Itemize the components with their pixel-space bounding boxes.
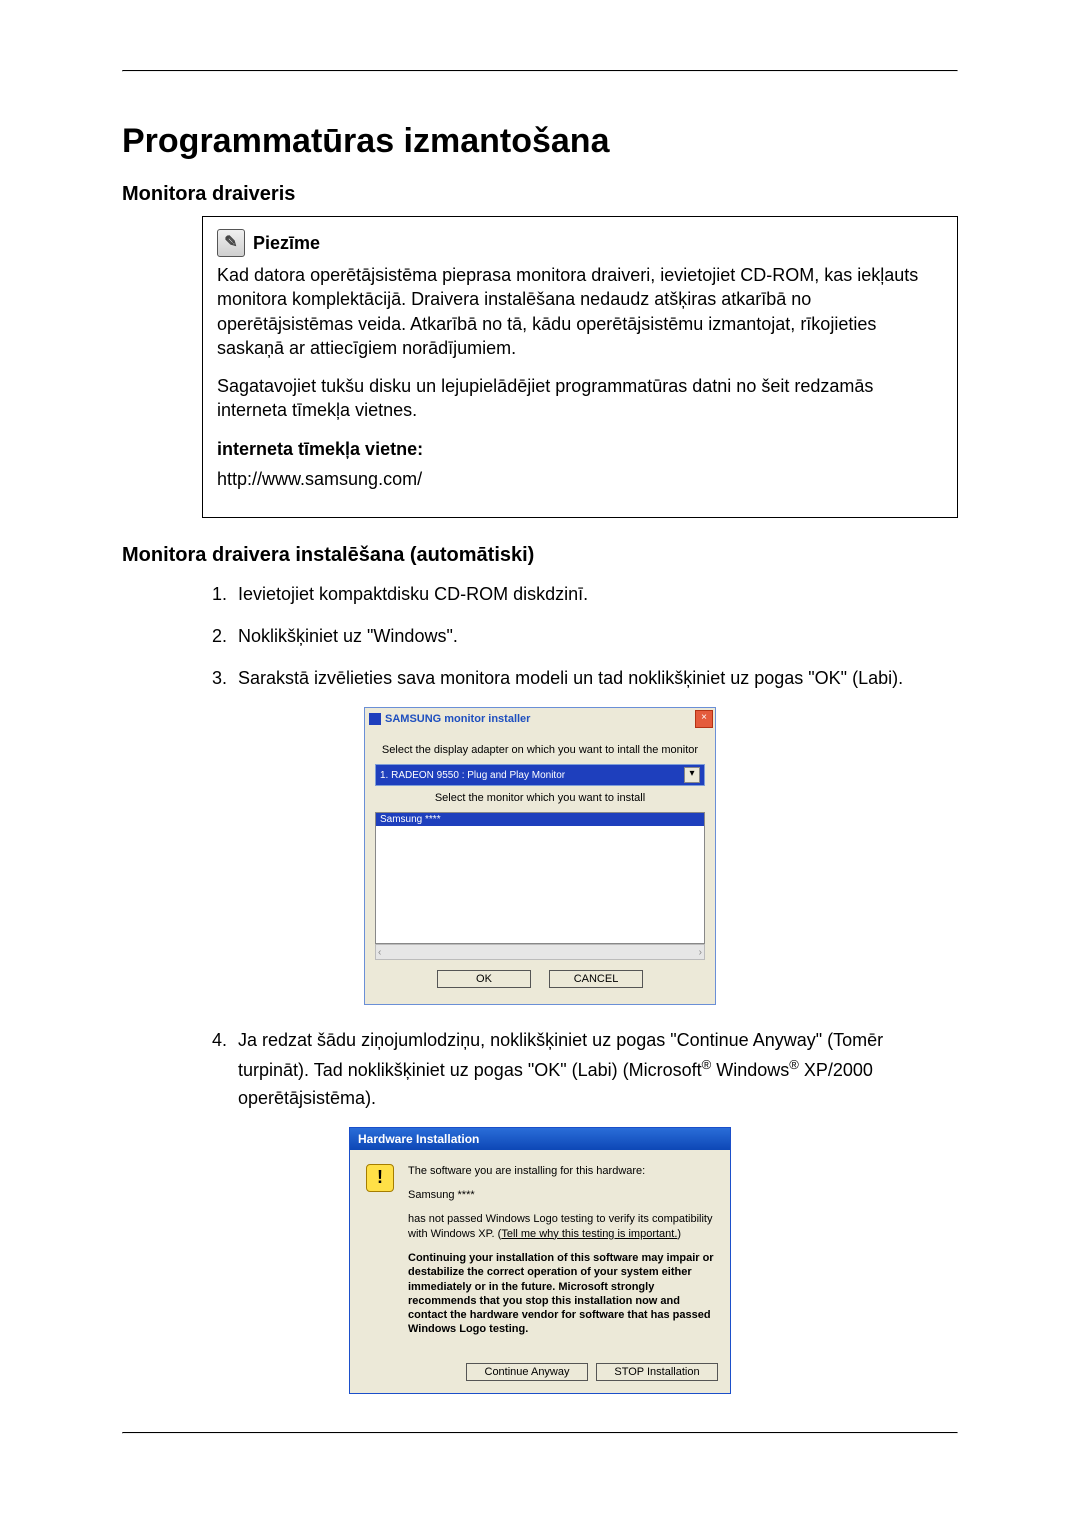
cancel-button[interactable]: CANCEL — [549, 970, 643, 988]
installer-instruction-1: Select the display adapter on which you … — [375, 744, 705, 756]
note-paragraph-1: Kad datora operētājsistēma pieprasa moni… — [217, 263, 943, 360]
step-4-text-b: Windows — [711, 1060, 789, 1080]
note-link-label: interneta tīmekļa vietne: — [217, 437, 943, 461]
step-3: Sarakstā izvēlieties sava monitora model… — [232, 665, 958, 693]
warning-icon: ! — [366, 1164, 394, 1192]
installer-logo-icon — [369, 713, 381, 725]
step-2: Noklikšķiniet uz "Windows". — [232, 623, 958, 651]
horizontal-scrollbar[interactable]: ‹ › — [375, 944, 705, 960]
step-4: Ja redzat šādu ziņojumlodziņu, noklikšķi… — [232, 1027, 958, 1113]
registered-mark-2: ® — [789, 1057, 799, 1072]
hardware-installation-dialog: Hardware Installation ! The software you… — [349, 1127, 731, 1394]
monitor-list-selected[interactable]: Samsung **** — [376, 813, 704, 826]
scroll-right-icon[interactable]: › — [699, 947, 702, 958]
note-label: Piezīme — [253, 231, 320, 255]
monitor-list[interactable]: Samsung **** — [375, 812, 705, 944]
ok-button[interactable]: OK — [437, 970, 531, 988]
stop-installation-button[interactable]: STOP Installation — [596, 1363, 718, 1381]
hw-line-2: Samsung **** — [408, 1188, 714, 1202]
hw-line-4: Continuing your installation of this sof… — [408, 1251, 714, 1337]
hw-title: Hardware Installation — [350, 1128, 730, 1150]
install-steps: Ievietojiet kompaktdisku CD-ROM diskdzin… — [202, 581, 958, 693]
top-rule — [122, 70, 958, 72]
section-monitor-driver: Monitora draiveris — [122, 183, 958, 206]
note-url: http://www.samsung.com/ — [217, 467, 943, 491]
samsung-installer-dialog: SAMSUNG monitor installer × Select the d… — [364, 707, 716, 1005]
note-paragraph-2: Sagatavojiet tukšu disku un lejupielādēj… — [217, 374, 943, 423]
registered-mark-1: ® — [702, 1057, 712, 1072]
installer-title: SAMSUNG monitor installer — [385, 713, 530, 725]
note-icon: ✎ — [217, 229, 245, 257]
adapter-dropdown[interactable]: 1. RADEON 9550 : Plug and Play Monitor ▾ — [375, 764, 705, 786]
adapter-selected: 1. RADEON 9550 : Plug and Play Monitor — [380, 770, 565, 781]
step-1: Ievietojiet kompaktdisku CD-ROM diskdzin… — [232, 581, 958, 609]
scroll-left-icon[interactable]: ‹ — [378, 947, 381, 958]
install-steps-cont: Ja redzat šādu ziņojumlodziņu, noklikšķi… — [202, 1027, 958, 1113]
installer-instruction-2: Select the monitor which you want to ins… — [375, 792, 705, 804]
note-box: ✎ Piezīme Kad datora operētājsistēma pie… — [202, 216, 958, 518]
hw-line-3b: ) — [677, 1228, 681, 1240]
hw-link[interactable]: Tell me why this testing is important. — [501, 1228, 677, 1240]
close-icon[interactable]: × — [695, 710, 713, 728]
hw-line-1: The software you are installing for this… — [408, 1164, 714, 1178]
chevron-down-icon[interactable]: ▾ — [684, 767, 700, 783]
continue-anyway-button[interactable]: Continue Anyway — [466, 1363, 588, 1381]
section-auto-install: Monitora draivera instalēšana (automātis… — [122, 544, 958, 567]
hw-line-3: has not passed Windows Logo testing to v… — [408, 1212, 714, 1241]
page-title: Programmatūras izmantošana — [122, 122, 958, 161]
bottom-rule — [122, 1432, 958, 1434]
